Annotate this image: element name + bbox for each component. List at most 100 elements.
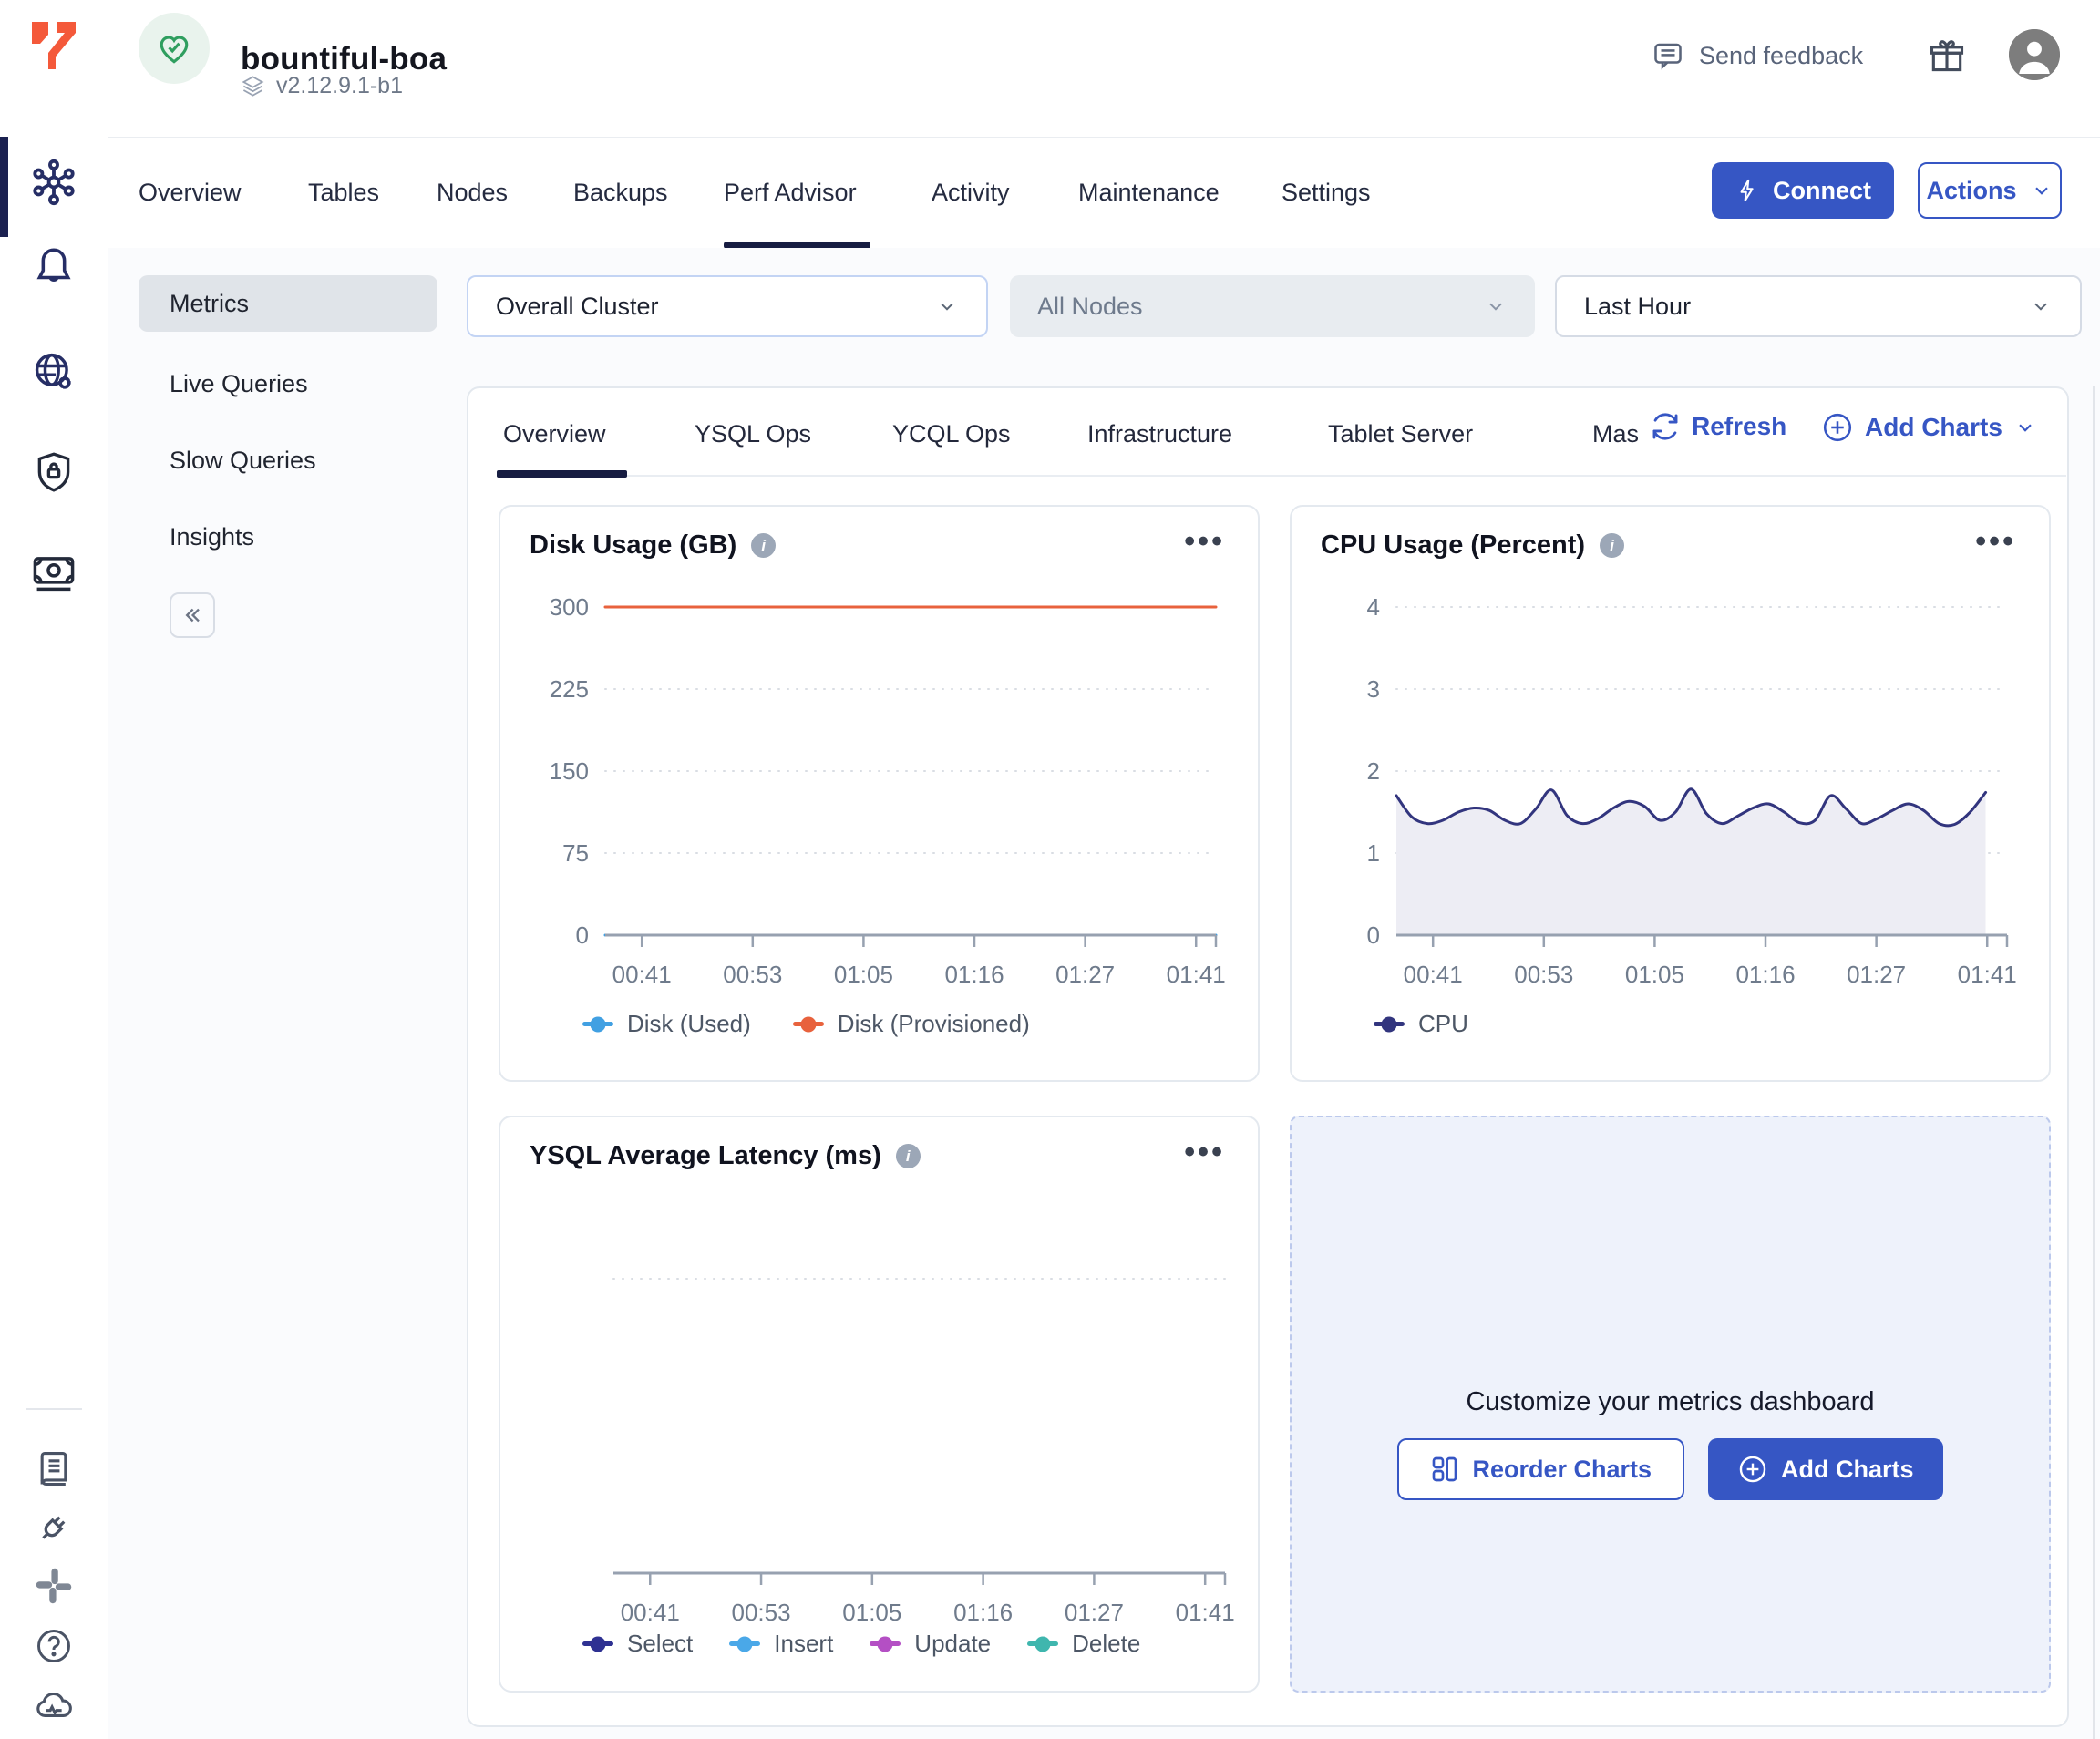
legend-item[interactable]: Insert <box>729 1630 833 1658</box>
time-range-value: Last Hour <box>1584 293 1691 321</box>
cluster-version: v2.12.9.1-b1 <box>241 73 403 99</box>
legend-item[interactable]: Update <box>870 1630 991 1658</box>
svg-text:01:27: 01:27 <box>1847 961 1906 988</box>
sidebar-item-metrics[interactable]: Metrics <box>139 275 438 332</box>
rail-item-notifications[interactable] <box>0 222 107 310</box>
nodes-select[interactable]: All Nodes <box>1010 275 1535 337</box>
shield-lock-icon <box>31 449 77 495</box>
disk-usage-legend: Disk (Used) Disk (Provisioned) <box>582 1010 1030 1038</box>
reorder-charts-button[interactable]: Reorder Charts <box>1397 1438 1684 1500</box>
svg-text:4: 4 <box>1367 593 1380 621</box>
svg-text:1: 1 <box>1367 839 1380 867</box>
legend-marker <box>582 1022 613 1026</box>
legend-marker <box>793 1022 824 1026</box>
svg-text:01:27: 01:27 <box>1055 961 1115 988</box>
customize-dashboard-panel: Customize your metrics dashboard Reorder… <box>1290 1116 2051 1693</box>
svg-text:150: 150 <box>550 757 589 785</box>
tab-nodes[interactable]: Nodes <box>437 138 508 247</box>
svg-text:00:53: 00:53 <box>1514 961 1573 988</box>
legend-label: Select <box>627 1630 693 1658</box>
rail-item-status[interactable] <box>0 1670 107 1739</box>
chevron-down-icon <box>2013 416 2037 439</box>
legend-label: CPU <box>1418 1010 1468 1038</box>
metrics-tab-infrastructure[interactable]: Infrastructure <box>1087 414 1232 454</box>
legend-item[interactable]: Disk (Provisioned) <box>793 1010 1030 1038</box>
metrics-tab-ycql-ops[interactable]: YCQL Ops <box>892 414 1011 454</box>
time-range-select[interactable]: Last Hour <box>1555 275 2082 337</box>
metrics-tab-master-truncated[interactable]: Mas <box>1592 414 1639 454</box>
add-charts-dropdown-button[interactable]: Add Charts <box>1816 410 2043 445</box>
rail-item-clusters[interactable] <box>0 139 107 226</box>
svg-text:00:41: 00:41 <box>612 961 672 988</box>
scrollbar-track[interactable] <box>2093 386 2095 1739</box>
refresh-button[interactable]: Refresh <box>1644 410 1792 443</box>
actions-button[interactable]: Actions <box>1918 162 2062 219</box>
health-heart-check-icon <box>154 28 194 68</box>
send-feedback-label: Send feedback <box>1699 42 1863 70</box>
chevron-down-icon <box>2030 179 2054 202</box>
svg-text:300: 300 <box>550 593 589 621</box>
cluster-scope-value: Overall Cluster <box>496 293 659 321</box>
actions-label: Actions <box>1926 177 2016 205</box>
ysql-latency-chart: 00:4100:5301:0501:1601:2701:41 <box>500 1117 1258 1691</box>
add-charts-button[interactable]: Add Charts <box>1708 1438 1943 1500</box>
sidebar-item-insights[interactable]: Insights <box>139 509 438 565</box>
cpu-usage-legend: CPU <box>1374 1010 1468 1038</box>
svg-text:01:16: 01:16 <box>953 1599 1013 1626</box>
svg-text:01:05: 01:05 <box>1625 961 1684 988</box>
svg-text:01:05: 01:05 <box>842 1599 901 1626</box>
legend-label: Update <box>914 1630 991 1658</box>
add-charts-label: Add Charts <box>1865 413 2002 442</box>
tab-tables[interactable]: Tables <box>308 138 379 247</box>
yugabyte-logo[interactable] <box>0 7 107 84</box>
connect-button[interactable]: Connect <box>1712 162 1894 219</box>
svg-text:01:16: 01:16 <box>1735 961 1795 988</box>
cpu-usage-card: CPU Usage (Percent) 4321000:4100:5301:05… <box>1290 505 2051 1082</box>
refresh-icon <box>1650 411 1681 442</box>
rail-item-network[interactable] <box>0 328 107 416</box>
chevron-down-icon <box>2029 294 2053 318</box>
rail-item-security[interactable] <box>0 428 107 516</box>
sidebar-item-live-queries[interactable]: Live Queries <box>139 355 438 412</box>
send-feedback-button[interactable]: Send feedback <box>1646 38 1868 73</box>
legend-marker <box>1374 1022 1405 1026</box>
svg-text:225: 225 <box>550 675 589 703</box>
legend-item[interactable]: CPU <box>1374 1010 1468 1038</box>
tab-backups[interactable]: Backups <box>573 138 668 247</box>
add-charts-label: Add Charts <box>1781 1456 1914 1484</box>
cluster-scope-select[interactable]: Overall Cluster <box>467 275 988 337</box>
tab-activity[interactable]: Activity <box>932 138 1010 247</box>
lightning-icon <box>1735 178 1760 203</box>
metrics-tab-tablet-server[interactable]: Tablet Server <box>1328 414 1473 454</box>
rail-item-billing[interactable] <box>0 529 107 616</box>
sidebar-collapse-button[interactable] <box>170 592 215 638</box>
sidebar-item-slow-queries[interactable]: Slow Queries <box>139 432 438 489</box>
legend-item[interactable]: Delete <box>1027 1630 1140 1658</box>
bell-icon <box>31 243 77 289</box>
gift-icon <box>1927 36 1967 76</box>
collapse-double-chevron-icon <box>180 602 205 628</box>
globe-gear-icon <box>30 348 77 396</box>
legend-item[interactable]: Disk (Used) <box>582 1010 751 1038</box>
user-avatar[interactable] <box>2009 29 2060 80</box>
tab-perf-advisor[interactable]: Perf Advisor <box>724 138 857 247</box>
help-icon <box>34 1626 74 1666</box>
rail-divider <box>26 1408 82 1410</box>
reorder-grid-icon <box>1430 1455 1459 1484</box>
tab-maintenance[interactable]: Maintenance <box>1078 138 1220 247</box>
gift-button[interactable] <box>1921 35 1972 77</box>
layers-icon <box>241 74 265 98</box>
metrics-tab-ysql-ops[interactable]: YSQL Ops <box>695 414 811 454</box>
metrics-tab-overview[interactable]: Overview <box>503 414 606 454</box>
tab-overview[interactable]: Overview <box>139 138 242 247</box>
plus-circle-icon <box>1737 1454 1768 1485</box>
tab-settings[interactable]: Settings <box>1282 138 1371 247</box>
svg-text:00:53: 00:53 <box>732 1599 791 1626</box>
yugabyte-logo-icon <box>30 20 77 71</box>
legend-marker <box>729 1641 760 1646</box>
chevron-down-icon <box>935 294 959 318</box>
billing-icon <box>30 549 77 596</box>
docs-book-icon <box>34 1449 74 1489</box>
legend-item[interactable]: Select <box>582 1630 693 1658</box>
legend-marker <box>1027 1641 1058 1646</box>
